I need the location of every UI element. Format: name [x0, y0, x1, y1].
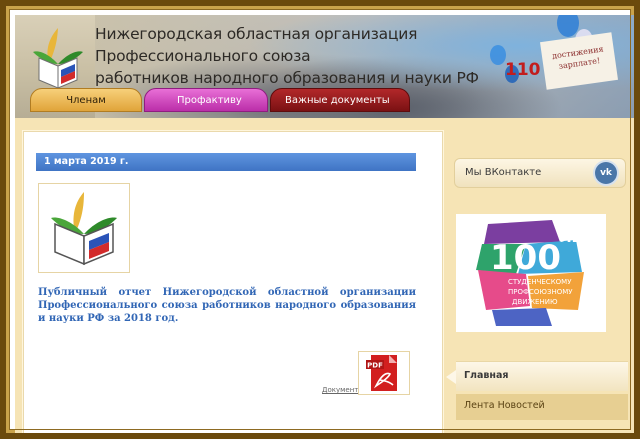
page-frame: Нижегородская областная организация Проф… — [0, 0, 640, 439]
promo-line-3: ДВИЖЕНИЮ — [512, 298, 558, 306]
student-union-100-banner[interactable]: 100 ЛЕТ СТУДЕНЧЕСКОМУ ПРОФСОЮЗНОМУ ДВИЖЕ… — [456, 214, 606, 332]
promo-line-2: ПРОФСОЮЗНОМУ — [508, 288, 573, 296]
sidebar-menu-home[interactable]: Главная — [446, 361, 628, 391]
document-link[interactable]: Документ — [322, 386, 358, 394]
nav-activists-button[interactable]: Профактиву — [144, 88, 268, 112]
site-title-line-2: работников народного образования и науки… — [95, 69, 479, 87]
pdf-icon-label: PDF — [367, 362, 383, 370]
protest-sign: достижения зарплате! — [540, 32, 618, 90]
pdf-icon[interactable]: PDF — [358, 351, 410, 395]
nav-members-button[interactable]: Членам Профсоюза — [30, 88, 142, 130]
nav-documents-button[interactable]: Важные документы — [270, 88, 410, 112]
site-title: Нижегородская областная организация Проф… — [95, 23, 555, 89]
promo-suffix: ЛЕТ — [560, 230, 591, 246]
article-logo-image[interactable] — [38, 183, 130, 273]
anniversary-badge: 110 — [505, 60, 541, 80]
promo-number: 100 — [490, 238, 561, 278]
news-article-link[interactable]: Публичный отчет Нижегородской областной … — [38, 286, 416, 325]
vk-widget-label: Мы ВКонтакте — [465, 167, 542, 178]
active-pointer-icon — [446, 370, 456, 384]
vk-widget-tab[interactable]: Мы ВКонтакте vk — [454, 158, 626, 188]
sidebar-menu-home-label: Главная — [464, 370, 509, 381]
sidebar-menu-news[interactable]: Лента Новостей — [456, 394, 628, 420]
vk-icon[interactable]: vk — [595, 162, 617, 184]
promo-line-1: СТУДЕНЧЕСКОМУ — [508, 278, 572, 286]
site-logo[interactable] — [31, 24, 85, 94]
news-date: 1 марта 2019 г. — [36, 153, 416, 171]
sidebar-menu-news-label: Лента Новостей — [464, 400, 545, 411]
site-title-line-1: Нижегородская областная организация Проф… — [95, 25, 418, 65]
main-nav: Членам Профсоюза Профактиву Важные докум… — [30, 88, 410, 130]
